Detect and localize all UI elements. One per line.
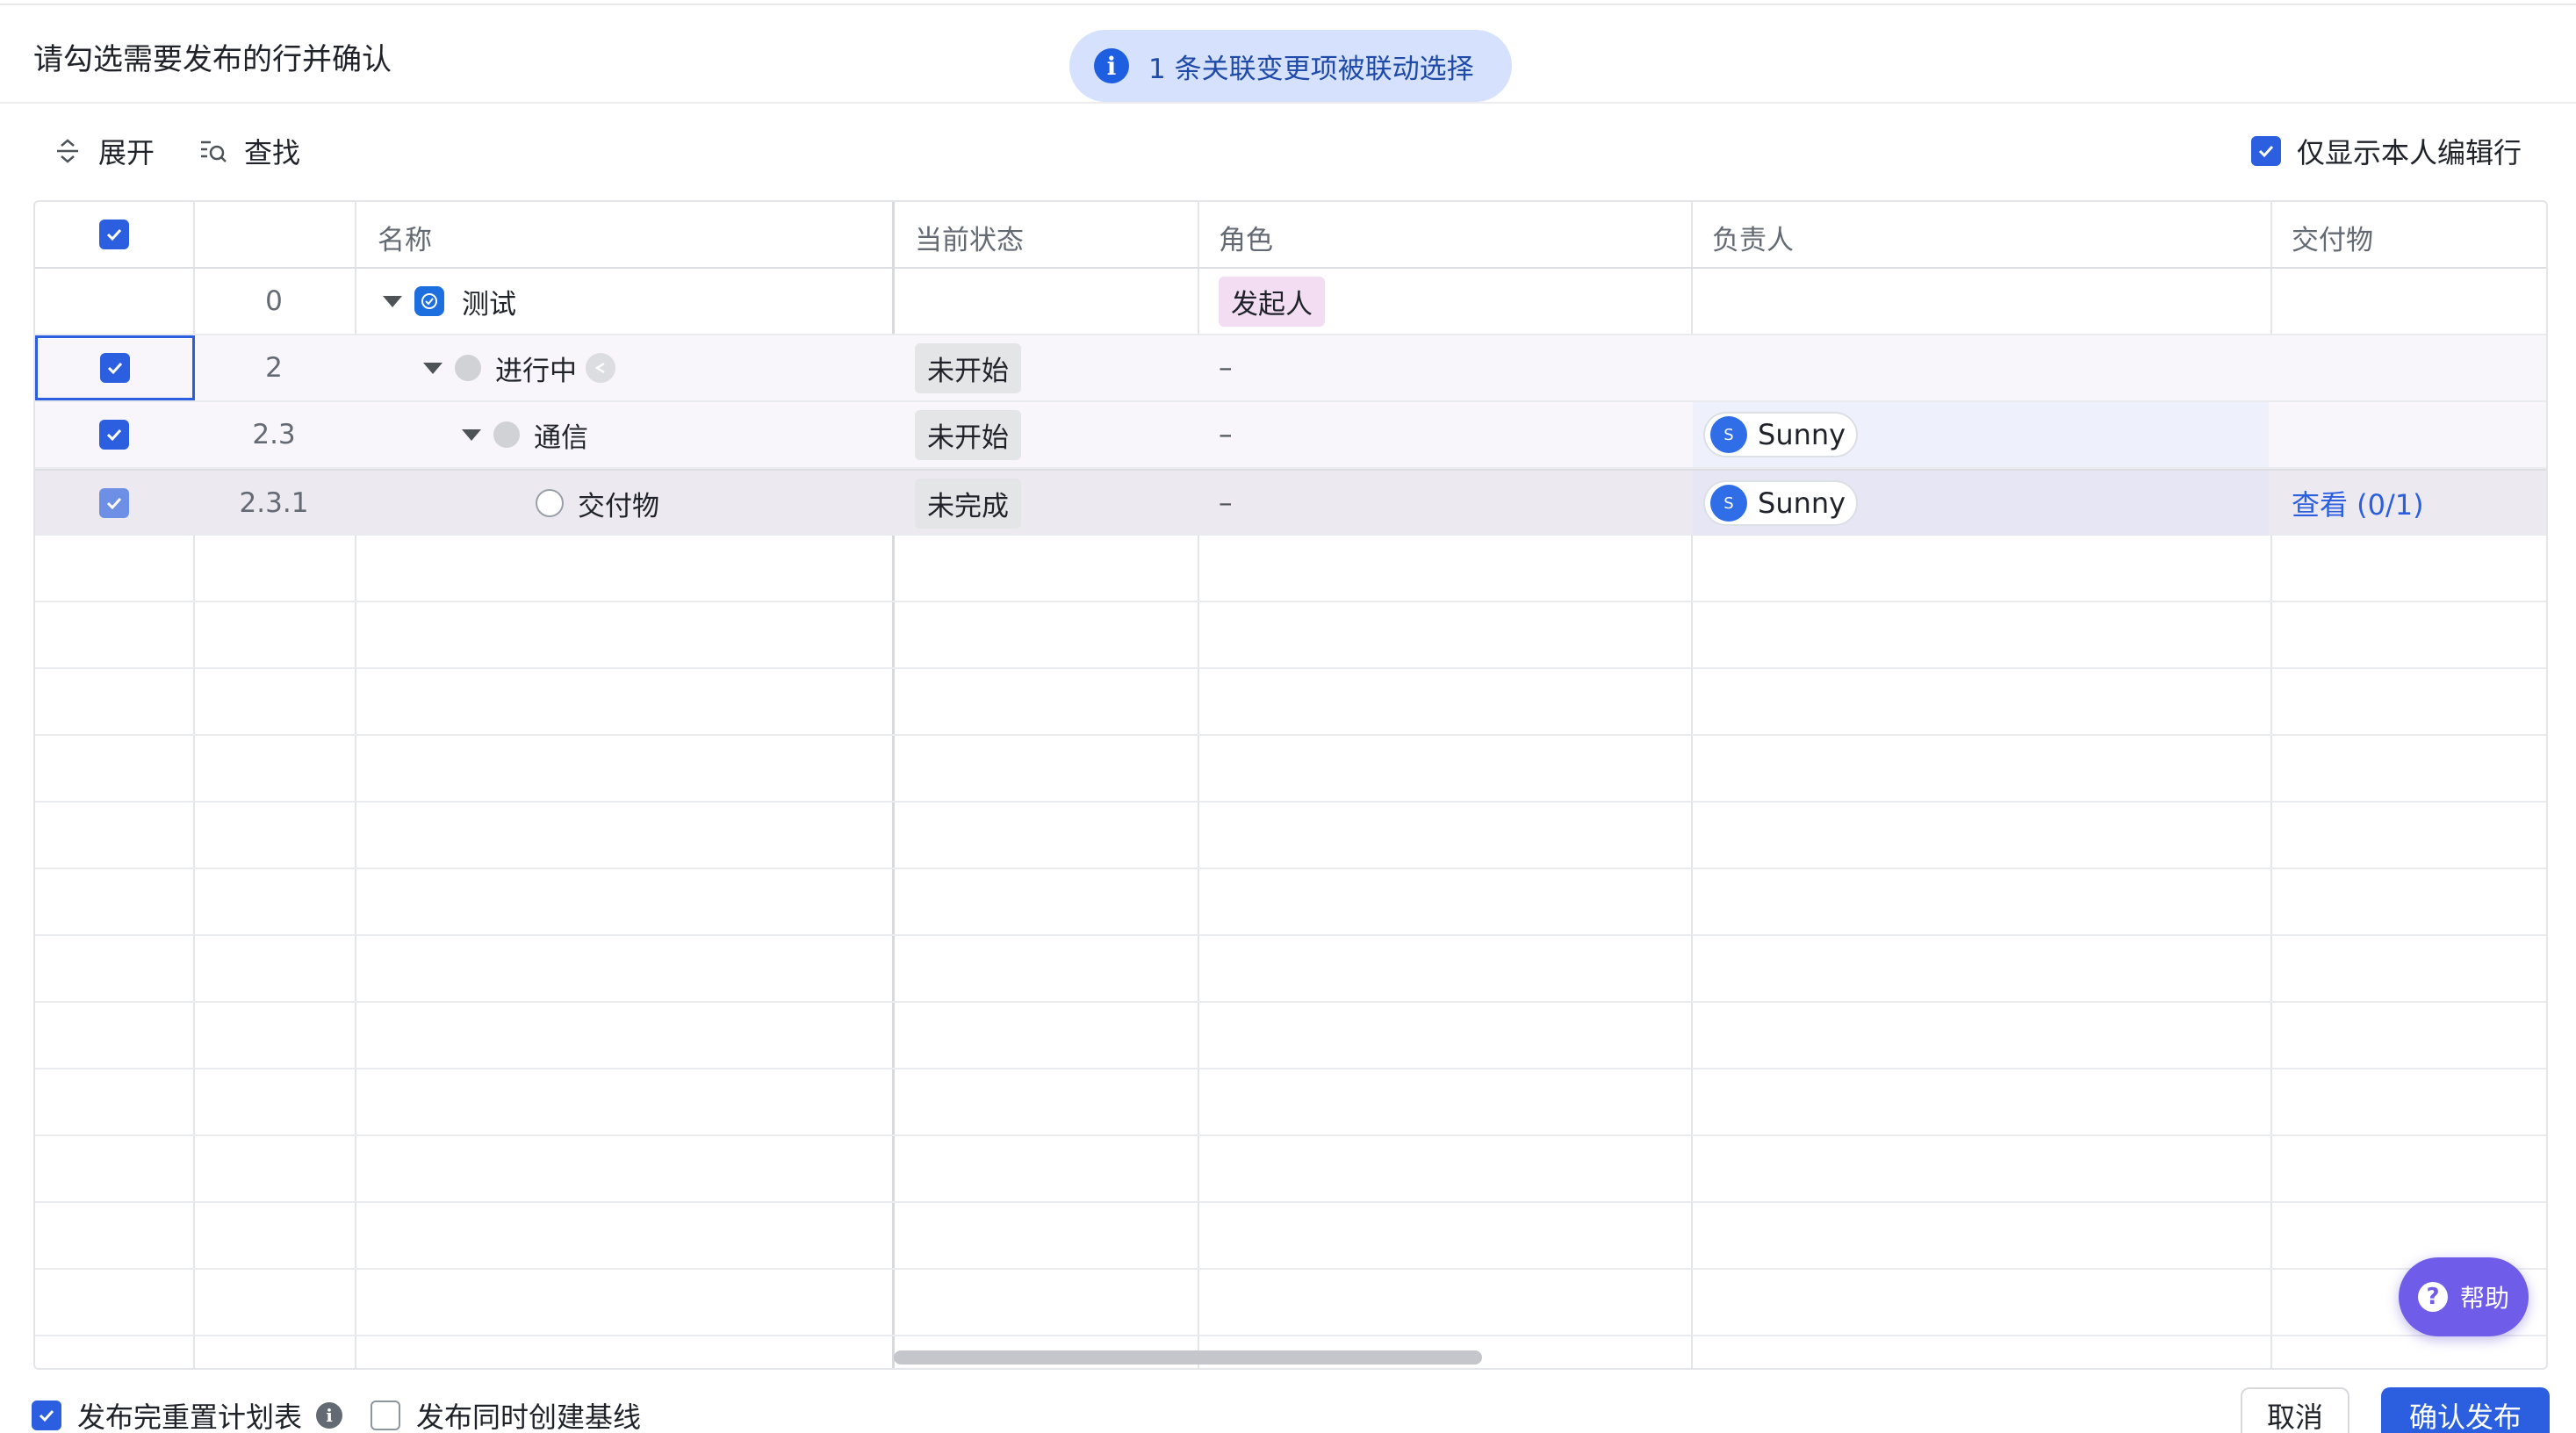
info-icon: i <box>1094 48 1129 83</box>
horizontal-scrollbar[interactable] <box>894 1350 1482 1365</box>
row-name: 测试 <box>462 288 516 320</box>
empty-row <box>35 1270 2546 1336</box>
status-open-icon <box>536 489 564 517</box>
row-number: 0 <box>265 285 283 317</box>
question-icon: ? <box>2417 1282 2448 1312</box>
status-cell: 未完成 <box>915 471 1021 536</box>
select-all-checkbox[interactable] <box>99 220 129 249</box>
view-deliverables-link[interactable]: 查看 (0/1) <box>2292 483 2424 523</box>
only-mine-label: 仅显示本人编辑行 <box>2296 136 2522 169</box>
role-cell: 发起人 <box>1219 269 1325 334</box>
baseline-label: 发布同时创建基线 <box>416 1401 642 1433</box>
row-checkbox[interactable] <box>99 488 129 518</box>
row-checkbox-cell <box>35 402 193 467</box>
empty-row <box>35 1003 2546 1069</box>
role-value: – <box>1219 419 1233 450</box>
row-number: 2.3 <box>252 419 296 450</box>
empty-row <box>35 536 2546 602</box>
owner-cell: S Sunny <box>1693 402 2269 467</box>
name-cell: 进行中 <box>423 335 615 400</box>
name-cell: 交付物 <box>536 471 659 536</box>
status-tag: 未开始 <box>915 409 1021 460</box>
row-name: 通信 <box>534 421 588 454</box>
empty-row <box>35 602 2546 669</box>
role-value: – <box>1219 352 1233 384</box>
empty-row <box>35 1203 2546 1270</box>
column-header-role[interactable]: 角色 <box>1219 218 1273 257</box>
owner-chip[interactable]: S Sunny <box>1703 480 1859 526</box>
empty-row <box>35 736 2546 803</box>
status-pending-icon <box>455 355 481 381</box>
reset-plan-checkbox[interactable] <box>32 1401 61 1430</box>
deliverable-cell: 查看 (0/1) <box>2292 471 2424 536</box>
row-name: 交付物 <box>578 490 659 522</box>
role-tag: 发起人 <box>1219 276 1325 327</box>
toast-text: 1 条关联变更项被联动选择 <box>1148 53 1474 85</box>
help-label: 帮助 <box>2459 1284 2509 1313</box>
collapse-icon[interactable] <box>383 295 402 307</box>
find-button[interactable]: 查找 <box>198 130 300 172</box>
table-row[interactable]: 0 测试 发起人 <box>35 269 2546 335</box>
expand-icon <box>57 139 78 163</box>
avatar: S <box>1710 485 1747 522</box>
row-checkbox[interactable] <box>99 420 129 450</box>
role-value: – <box>1219 487 1233 519</box>
name-cell: 测试 <box>383 269 516 334</box>
status-cell: 未开始 <box>915 402 1021 467</box>
status-tag: 未完成 <box>915 478 1021 529</box>
empty-row <box>35 1136 2546 1203</box>
reset-plan-label: 发布完重置计划表 <box>77 1401 303 1433</box>
find-icon <box>201 140 227 162</box>
find-label: 查找 <box>244 136 301 169</box>
empty-row <box>35 669 2546 736</box>
expand-button[interactable]: 展开 <box>53 130 155 172</box>
avatar: S <box>1710 416 1747 453</box>
table-row[interactable]: 2.3.1 交付物 未完成 – S Sunny 查看 (0/1) <box>35 469 2546 536</box>
collapse-icon[interactable] <box>462 428 481 441</box>
name-cell: 通信 <box>462 402 588 467</box>
row-number: 2.3.1 <box>239 487 309 519</box>
row-checkbox-cell <box>35 335 195 400</box>
collapse-icon[interactable] <box>423 362 443 374</box>
column-header-name[interactable]: 名称 <box>378 218 432 257</box>
help-button[interactable]: ? 帮助 <box>2399 1257 2529 1336</box>
baseline-checkbox[interactable] <box>371 1401 400 1430</box>
linked-selection-toast: i 1 条关联变更项被联动选择 <box>1069 30 1512 102</box>
empty-row <box>35 803 2546 869</box>
only-mine-checkbox[interactable] <box>2250 136 2281 166</box>
baseline-option[interactable]: 发布同时创建基线 <box>371 1398 641 1433</box>
empty-row <box>35 1069 2546 1136</box>
owner-name: Sunny <box>1758 486 1846 520</box>
status-pending-icon <box>493 421 520 448</box>
empty-row <box>35 869 2546 936</box>
column-header-owner[interactable]: 负责人 <box>1712 218 1794 257</box>
owner-chip[interactable]: S Sunny <box>1703 412 1859 457</box>
row-checkbox-cell <box>35 471 193 536</box>
table-header: 名称 当前状态 角色 负责人 交付物 <box>35 202 2546 269</box>
only-mine-toggle[interactable]: 仅显示本人编辑行 <box>2250 130 2522 172</box>
status-cell: 未开始 <box>915 335 1021 400</box>
owner-cell: S Sunny <box>1693 471 2269 536</box>
cancel-button[interactable]: 取消 <box>2241 1387 2349 1433</box>
column-header-status[interactable]: 当前状态 <box>915 218 1024 257</box>
publish-table: 名称 当前状态 角色 负责人 交付物 0 测试 发起人 2 进行中 未开始 – … <box>33 200 2548 1370</box>
dialog-title: 请勾选需要发布的行并确认 <box>33 42 392 77</box>
table-row[interactable]: 2 进行中 未开始 – <box>35 335 2546 402</box>
select-all-cell <box>35 202 193 267</box>
confirm-publish-button[interactable]: 确认发布 <box>2381 1387 2550 1433</box>
empty-row <box>35 936 2546 1003</box>
share-icon[interactable] <box>586 353 615 383</box>
row-checkbox[interactable] <box>100 353 130 383</box>
expand-label: 展开 <box>98 136 155 169</box>
row-number: 2 <box>265 352 283 384</box>
status-done-icon <box>414 286 444 316</box>
table-row[interactable]: 2.3 通信 未开始 – S Sunny <box>35 402 2546 469</box>
status-tag: 未开始 <box>915 342 1021 393</box>
info-icon[interactable]: i <box>316 1402 343 1429</box>
column-header-deliverable[interactable]: 交付物 <box>2292 218 2373 257</box>
owner-name: Sunny <box>1758 418 1846 451</box>
row-name: 进行中 <box>495 355 577 387</box>
reset-plan-option[interactable]: 发布完重置计划表 i <box>32 1398 343 1433</box>
